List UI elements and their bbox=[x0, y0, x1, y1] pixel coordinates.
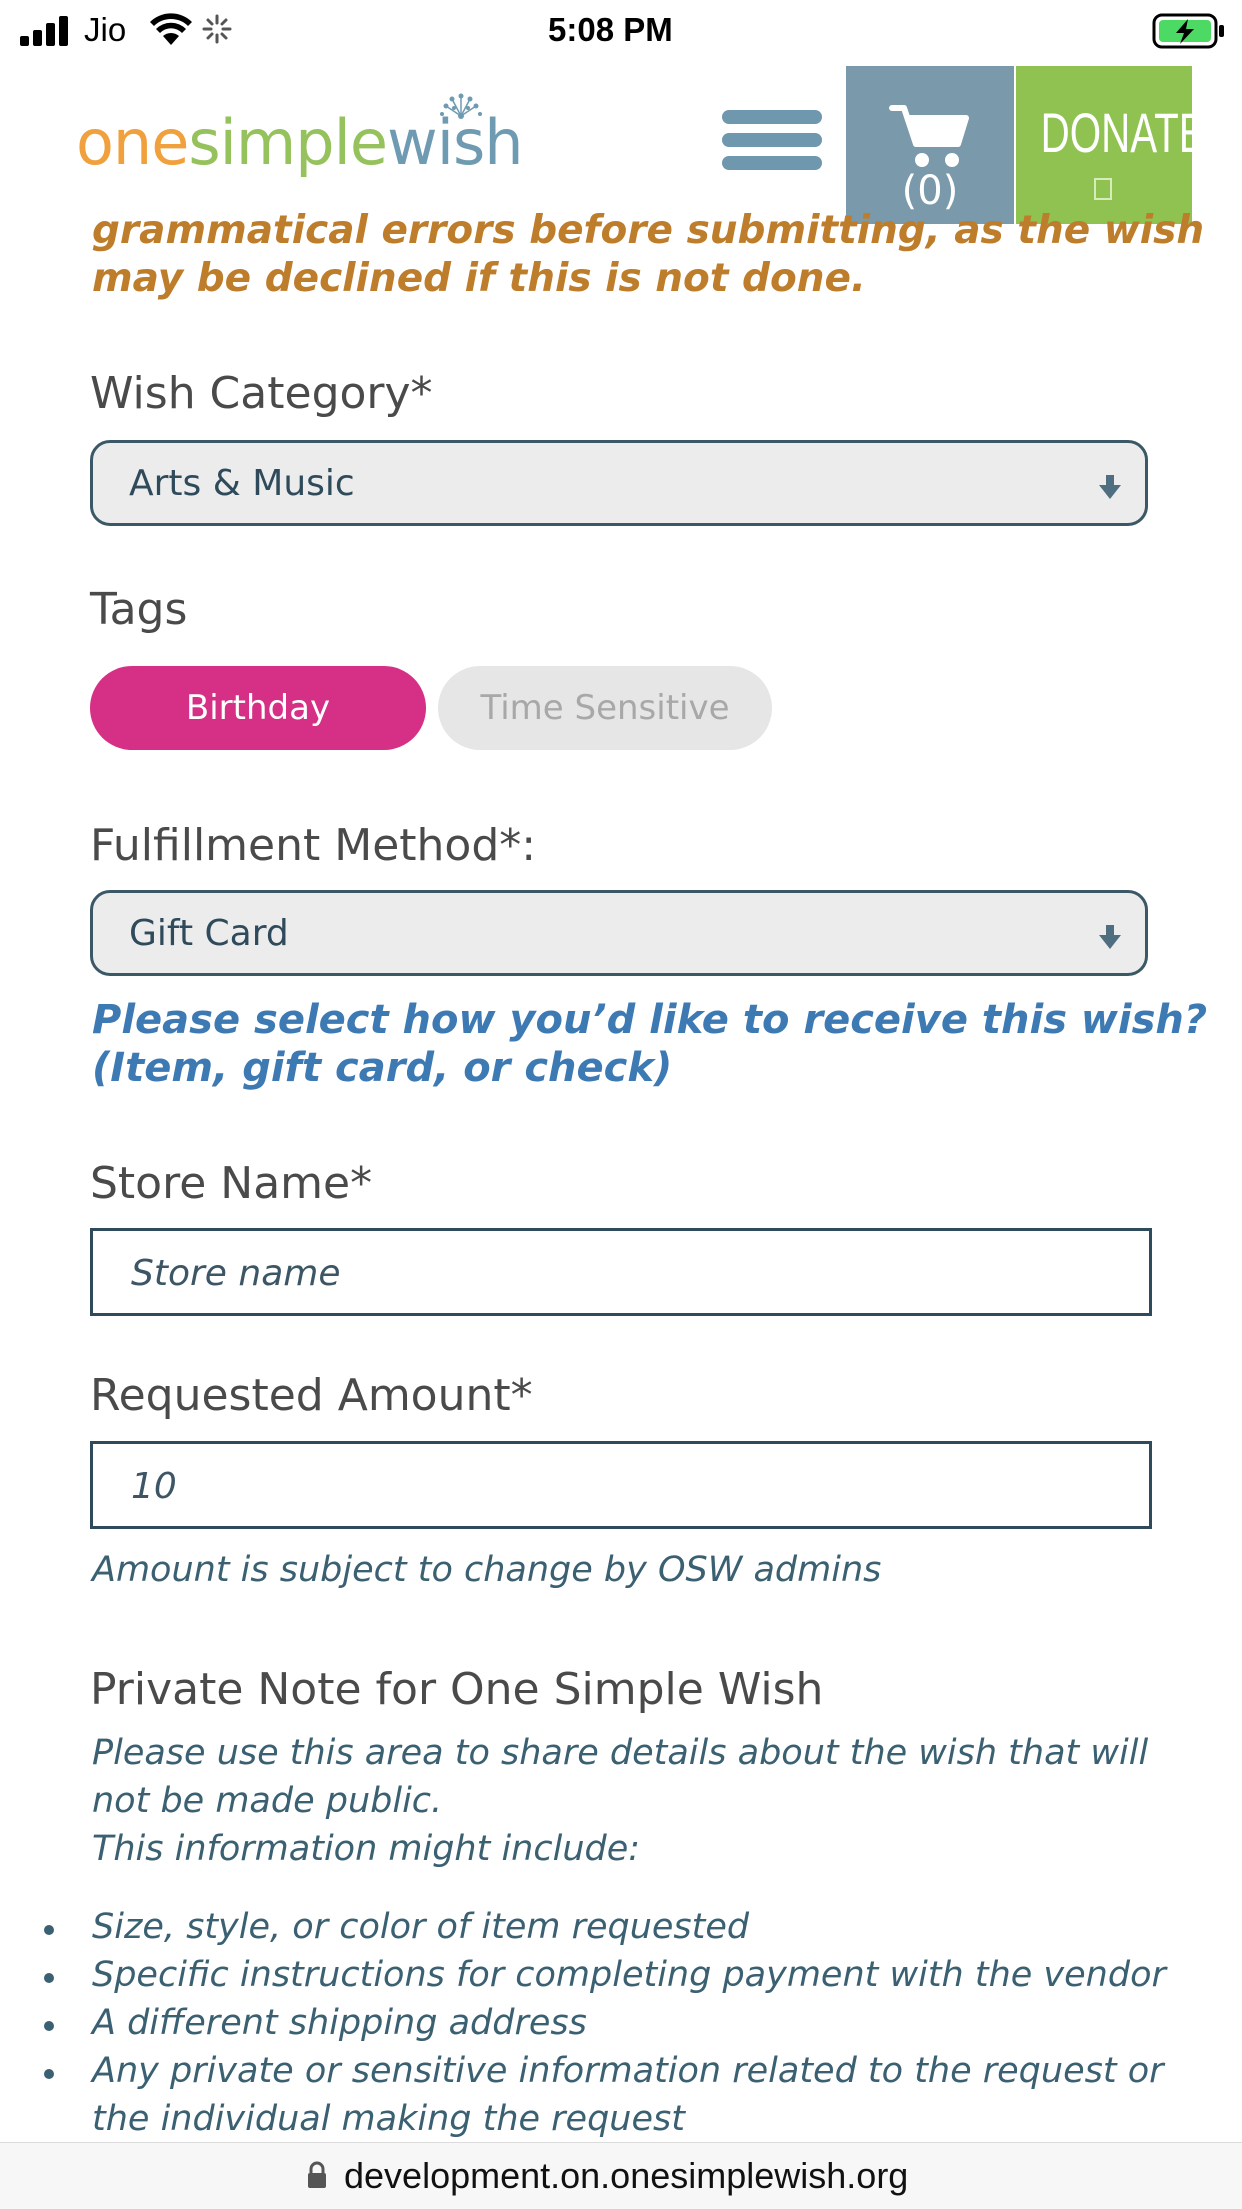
fulfillment-help-line1: Please select how you’d like to receive … bbox=[92, 997, 1208, 1043]
store-name-placeholder: Store name bbox=[131, 1253, 341, 1294]
bullet-text: Specific instructions for completing pay… bbox=[92, 1955, 1166, 1995]
wish-category-value: Arts & Music bbox=[129, 463, 355, 504]
fulfillment-method-select[interactable]: Gift Card bbox=[90, 890, 1148, 976]
chevron-down-icon bbox=[1099, 925, 1121, 949]
url-text: development.on.onesimplewish.org bbox=[344, 2155, 909, 2196]
wish-category-select[interactable]: Arts & Music bbox=[90, 440, 1148, 526]
donate-label: DONATE bbox=[1040, 101, 1206, 164]
tag-birthday[interactable]: Birthday bbox=[90, 666, 426, 750]
bullet-text: Size, style, or color of item requested bbox=[92, 1907, 750, 1947]
donate-button[interactable]: DONATE bbox=[1016, 66, 1206, 224]
private-note-desc-line1: Please use this area to share details ab… bbox=[92, 1733, 1149, 1773]
cart-button[interactable]: (0) bbox=[846, 66, 1014, 224]
logo-word-simple: simple bbox=[188, 106, 388, 179]
browser-url-bar[interactable]: development.on.onesimplewish.org bbox=[0, 2142, 1242, 2209]
chevron-down-icon bbox=[1099, 475, 1121, 499]
hamburger-menu-icon[interactable] bbox=[722, 108, 822, 174]
intro-note-line1: grammatical errors before submitting, as… bbox=[92, 208, 1205, 253]
list-item: Any private or sensitive information rel… bbox=[44, 2051, 1204, 2147]
battery-charging-icon bbox=[1152, 13, 1224, 49]
wish-category-label: Wish Category* bbox=[90, 368, 433, 419]
requested-amount-label: Requested Amount* bbox=[90, 1370, 533, 1421]
signal-icon bbox=[20, 16, 72, 46]
status-bar: Jio 5:08 PM bbox=[0, 0, 1242, 62]
requested-amount-input[interactable]: 10 bbox=[90, 1441, 1152, 1529]
dandelion-icon bbox=[440, 93, 482, 119]
bullet-text: A different shipping address bbox=[92, 2003, 587, 2043]
private-note-title: Private Note for One Simple Wish bbox=[90, 1664, 824, 1715]
fulfillment-help-line2: (Item, gift card, or check) bbox=[92, 1045, 673, 1091]
intro-note-line2: may be declined if this is not done. bbox=[92, 256, 866, 301]
lock-icon bbox=[308, 2161, 326, 2188]
tag-time-sensitive[interactable]: Time Sensitive bbox=[438, 666, 772, 750]
fulfillment-method-label: Fulfillment Method*: bbox=[90, 820, 537, 871]
private-note-desc-line3: This information might include: bbox=[92, 1829, 641, 1869]
bullet-text-continued: the individual making the request bbox=[92, 2099, 685, 2139]
list-item: Size, style, or color of item requested bbox=[44, 1907, 1204, 1955]
requested-amount-value: 10 bbox=[131, 1466, 177, 1507]
bullet-text: Any private or sensitive information rel… bbox=[92, 2051, 1164, 2091]
fulfillment-method-value: Gift Card bbox=[129, 913, 289, 954]
status-time: 5:08 PM bbox=[548, 11, 673, 48]
list-item: A different shipping address bbox=[44, 2003, 1204, 2051]
private-note-desc-line2: not be made public. bbox=[92, 1781, 443, 1821]
logo-word-one: one bbox=[76, 106, 189, 179]
wifi-icon bbox=[150, 13, 192, 45]
store-name-input[interactable]: Store name bbox=[90, 1228, 1152, 1316]
site-logo[interactable]: onesimplewish bbox=[76, 92, 546, 182]
carrier-label: Jio bbox=[84, 11, 127, 48]
store-name-label: Store Name* bbox=[90, 1158, 373, 1209]
tags-label: Tags bbox=[90, 584, 188, 635]
loading-spinner-icon bbox=[202, 14, 232, 44]
list-item: Specific instructions for completing pay… bbox=[44, 1955, 1204, 2003]
shopping-cart-icon bbox=[889, 105, 969, 167]
amount-note: Amount is subject to change by OSW admin… bbox=[92, 1550, 882, 1590]
missing-glyph-icon bbox=[1094, 178, 1112, 200]
